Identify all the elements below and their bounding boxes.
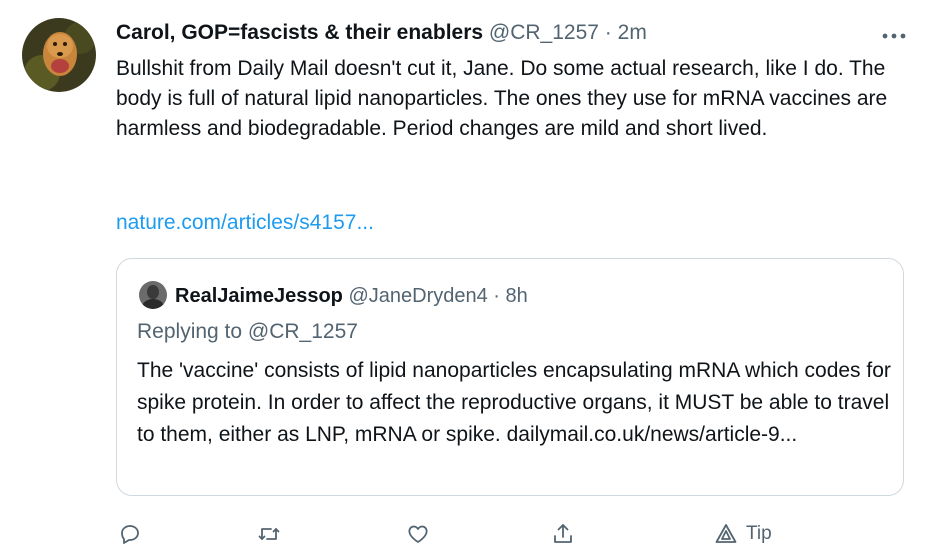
reply-button[interactable] [118, 518, 142, 550]
quoted-author-display-name[interactable]: RealJaimeJessop [175, 285, 343, 307]
replying-to-handle[interactable]: @CR_1257 [248, 320, 358, 343]
quoted-author-avatar[interactable] [139, 281, 167, 309]
tweet-link[interactable]: nature.com/articles/s4157... [116, 208, 374, 238]
tweet-header: Carol, GOP=fascists & their enablers @CR… [116, 18, 885, 48]
author-handle[interactable]: @CR_1257 [489, 21, 599, 44]
share-icon [554, 524, 572, 543]
like-button[interactable] [406, 518, 430, 550]
tip-label: Tip [746, 523, 772, 544]
retweet-icon [258, 528, 280, 540]
reply-icon [121, 525, 139, 544]
tweet-text: Bullshit from Daily Mail doesn't cut it,… [116, 57, 888, 140]
tip-button[interactable]: Tip [714, 518, 772, 550]
retweet-button[interactable] [257, 518, 281, 550]
quoted-tweet-header: RealJaimeJessop @JaneDryden4 · 8h [175, 281, 528, 311]
tweet-timestamp[interactable]: 2m [618, 21, 647, 44]
share-button[interactable] [551, 518, 575, 550]
replying-to: Replying to @CR_1257 [137, 317, 358, 347]
author-avatar[interactable] [22, 18, 96, 92]
more-options-button[interactable] [881, 22, 907, 44]
author-display-name[interactable]: Carol, GOP=fascists & their enablers [116, 21, 483, 44]
quoted-author-handle[interactable]: @JaneDryden4 [348, 285, 487, 307]
more-horizontal-icon [882, 33, 906, 39]
quoted-tweet[interactable]: RealJaimeJessop @JaneDryden4 · 8h Replyi… [116, 258, 904, 496]
tweet-actions: Tip [0, 518, 945, 550]
header-separator: · [604, 21, 612, 44]
quoted-header-separator: · [493, 285, 500, 307]
tip-icon [715, 524, 737, 543]
quoted-tweet-timestamp[interactable]: 8h [506, 285, 528, 307]
quoted-tweet-text: The 'vaccine' consists of lipid nanopart… [137, 359, 891, 446]
replying-to-label: Replying to [137, 320, 243, 343]
like-icon [408, 525, 428, 543]
